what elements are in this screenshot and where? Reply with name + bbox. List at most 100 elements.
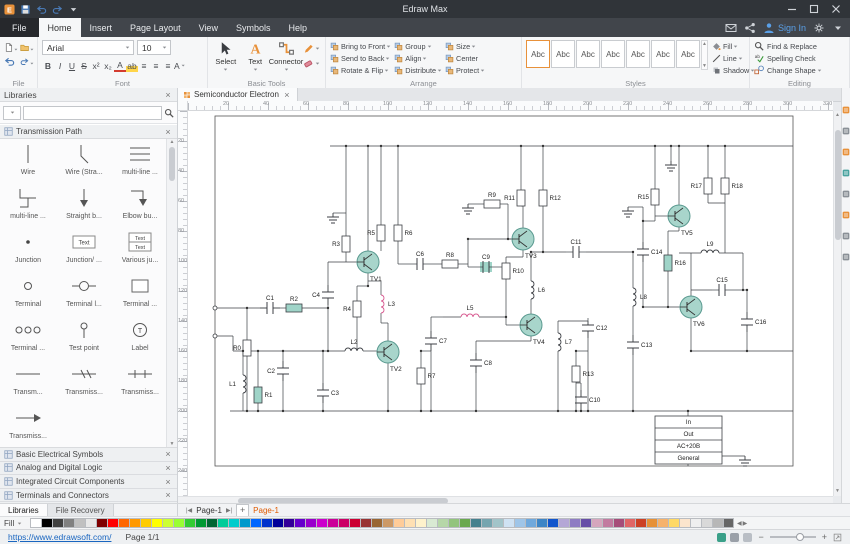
align-button[interactable]: Align bbox=[394, 52, 443, 64]
share-icon[interactable] bbox=[744, 22, 756, 34]
eraser-tool-button[interactable] bbox=[303, 58, 321, 69]
search-icon[interactable] bbox=[164, 108, 174, 118]
bold-button[interactable]: B bbox=[42, 59, 54, 72]
fill-label[interactable]: Fill bbox=[4, 519, 30, 528]
component-L1[interactable]: L1 bbox=[229, 375, 246, 393]
color-swatch-52[interactable] bbox=[591, 518, 602, 528]
color-swatch-14[interactable] bbox=[173, 518, 184, 528]
color-swatch-19[interactable] bbox=[228, 518, 239, 528]
subscript-button[interactable]: x₂ bbox=[102, 59, 114, 72]
component-L9[interactable]: L9 bbox=[701, 241, 719, 253]
sheet-tab[interactable]: Page-1 bbox=[196, 506, 222, 515]
style-sample-4[interactable]: Abc bbox=[601, 40, 625, 68]
spelling-check-button[interactable]: abSpelling Check bbox=[754, 52, 845, 64]
component-R11[interactable]: R11 bbox=[504, 190, 525, 206]
terminal-symbol[interactable] bbox=[213, 306, 217, 310]
color-swatch-39[interactable] bbox=[448, 518, 459, 528]
pen-tool-button[interactable] bbox=[303, 43, 321, 54]
library-item-16[interactable]: Transm... bbox=[0, 359, 56, 403]
library-item-4[interactable]: multi-line ... bbox=[0, 183, 56, 227]
color-swatch-4[interactable] bbox=[63, 518, 74, 528]
library-item-8[interactable]: Text Junction/ ... bbox=[56, 227, 112, 271]
component-R6[interactable]: R6 bbox=[394, 225, 413, 241]
library-item-2[interactable]: Wire (Stra... bbox=[56, 139, 112, 183]
menu-tab-home[interactable]: Home bbox=[39, 18, 81, 37]
color-swatch-23[interactable] bbox=[272, 518, 283, 528]
color-swatch-41[interactable] bbox=[470, 518, 481, 528]
font-family-select[interactable]: Arial bbox=[42, 40, 134, 55]
component-C8[interactable]: C8 bbox=[470, 353, 492, 373]
center-button[interactable]: Center bbox=[445, 52, 486, 64]
clipart-panel-icon[interactable] bbox=[842, 169, 850, 177]
strikethrough-button[interactable]: S bbox=[78, 59, 90, 72]
component-TV1[interactable]: TV1 bbox=[357, 251, 382, 283]
color-swatch-46[interactable] bbox=[525, 518, 536, 528]
color-swatch-43[interactable] bbox=[492, 518, 503, 528]
maximize-button[interactable] bbox=[804, 1, 824, 17]
color-swatch-6[interactable] bbox=[85, 518, 96, 528]
color-swatch-42[interactable] bbox=[481, 518, 492, 528]
component-C11[interactable]: C11 bbox=[566, 239, 586, 258]
color-swatch-1[interactable] bbox=[30, 518, 41, 528]
terminal-symbol[interactable] bbox=[213, 334, 217, 338]
color-swatch-7[interactable] bbox=[96, 518, 107, 528]
component-TV5[interactable]: TV5 bbox=[668, 205, 693, 237]
minimize-button[interactable] bbox=[782, 1, 802, 17]
library-item-17[interactable]: Transmiss... bbox=[56, 359, 112, 403]
undo-button[interactable] bbox=[36, 4, 47, 15]
new-document-button[interactable] bbox=[4, 42, 19, 53]
color-swatch-21[interactable] bbox=[250, 518, 261, 528]
help-panel-icon[interactable] bbox=[842, 253, 850, 261]
panel-tab-file-recovery[interactable]: File Recovery bbox=[48, 504, 114, 516]
color-swatch-24[interactable] bbox=[283, 518, 294, 528]
library-section-terminals-and-connectors[interactable]: Terminals and Connectors × bbox=[0, 489, 177, 503]
menu-tab-view[interactable]: View bbox=[190, 18, 227, 37]
first-page-button[interactable]: |◀ bbox=[186, 507, 192, 514]
color-swatch-5[interactable] bbox=[74, 518, 85, 528]
libraries-panel-icon[interactable] bbox=[842, 148, 850, 156]
library-scrollbar[interactable]: ▲▼ bbox=[166, 139, 177, 447]
find-replace-button[interactable]: Find & Replace bbox=[754, 40, 845, 52]
color-swatch-59[interactable] bbox=[668, 518, 679, 528]
color-swatch-27[interactable] bbox=[316, 518, 327, 528]
color-swatch-36[interactable] bbox=[415, 518, 426, 528]
undo-button[interactable] bbox=[4, 56, 19, 67]
next-page-button[interactable]: ▶| bbox=[226, 507, 232, 514]
color-swatch-40[interactable] bbox=[459, 518, 470, 528]
color-swatch-48[interactable] bbox=[547, 518, 558, 528]
color-swatch-49[interactable] bbox=[558, 518, 569, 528]
color-swatch-58[interactable] bbox=[657, 518, 668, 528]
edraw-logo-icon[interactable]: E bbox=[4, 4, 15, 15]
menu-tab-file[interactable]: File bbox=[0, 18, 39, 37]
component-C9[interactable]: C9 bbox=[476, 254, 496, 273]
color-swatch-20[interactable] bbox=[239, 518, 250, 528]
add-page-button[interactable]: + bbox=[236, 504, 249, 517]
library-item-13[interactable]: Terminal ... bbox=[0, 315, 56, 359]
component-L7[interactable]: L7 bbox=[558, 333, 572, 351]
style-sample-5[interactable]: Abc bbox=[626, 40, 650, 68]
library-item-18[interactable]: Transmiss... bbox=[112, 359, 168, 403]
component-C4[interactable]: C4 bbox=[312, 285, 334, 305]
library-item-10[interactable]: Terminal bbox=[0, 271, 56, 315]
component-R18[interactable]: R18 bbox=[721, 178, 743, 194]
component-L5[interactable]: L5 bbox=[461, 305, 479, 317]
document-tab[interactable]: Semiconductor Electron × bbox=[178, 88, 298, 101]
zoom-slider[interactable] bbox=[770, 536, 816, 538]
component-L6[interactable]: L6 bbox=[531, 281, 545, 299]
component-C15[interactable]: C15 bbox=[712, 277, 732, 296]
color-swatch-26[interactable] bbox=[305, 518, 316, 528]
component-R3[interactable]: R3 bbox=[332, 236, 350, 252]
redo-button[interactable] bbox=[52, 4, 63, 15]
fit-window-icon[interactable] bbox=[833, 533, 842, 542]
color-swatch-25[interactable] bbox=[294, 518, 305, 528]
style-sample-1[interactable]: Abc bbox=[526, 40, 550, 68]
color-swatch-60[interactable] bbox=[679, 518, 690, 528]
color-swatch-22[interactable] bbox=[261, 518, 272, 528]
library-section-basic-electrical-symbols[interactable]: Basic Electrical Symbols × bbox=[0, 448, 177, 462]
close-button[interactable] bbox=[826, 1, 846, 17]
color-swatch-10[interactable] bbox=[129, 518, 140, 528]
save-button[interactable] bbox=[20, 4, 31, 15]
mail-icon[interactable] bbox=[725, 22, 737, 34]
component-TV6[interactable]: TV6 bbox=[680, 296, 705, 328]
color-swatch-9[interactable] bbox=[118, 518, 129, 528]
